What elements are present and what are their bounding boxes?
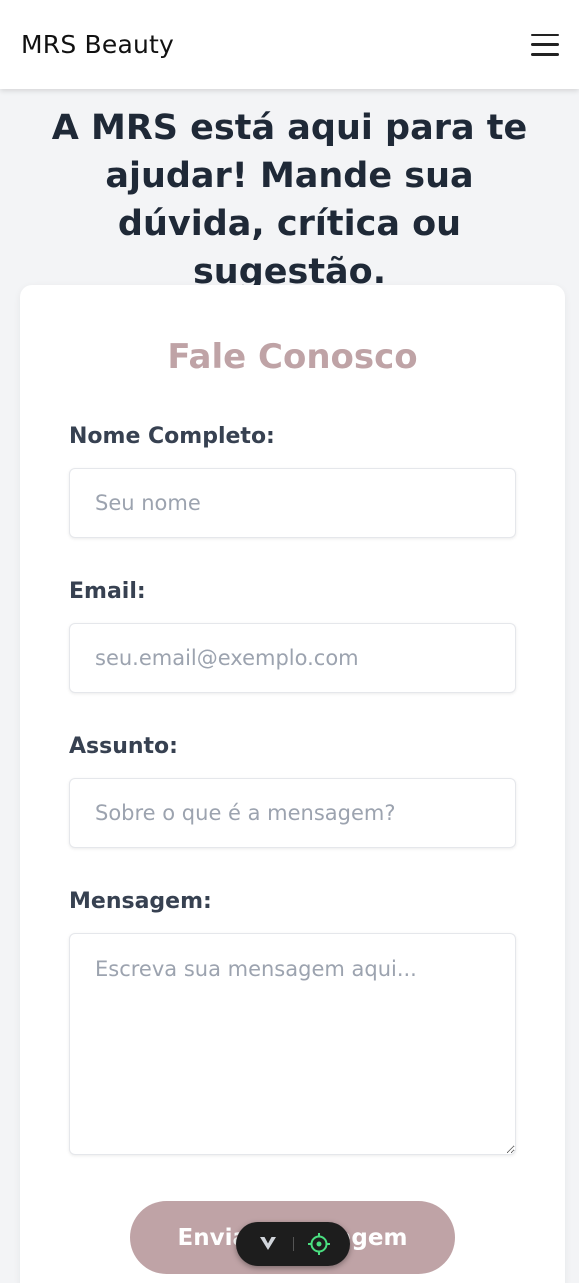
message-textarea[interactable] xyxy=(69,933,516,1155)
name-label: Nome Completo: xyxy=(69,424,275,449)
hamburger-line xyxy=(531,33,559,36)
chevron-down-icon[interactable] xyxy=(254,1230,282,1258)
crosshair-icon[interactable] xyxy=(305,1230,333,1258)
brand-logo-text[interactable]: MRS Beauty xyxy=(21,30,174,59)
subject-label: Assunto: xyxy=(69,734,178,759)
floating-toolbar xyxy=(236,1222,350,1266)
email-label: Email: xyxy=(69,579,146,604)
form-title: Fale Conosco xyxy=(167,337,418,377)
top-navbar: MRS Beauty xyxy=(0,0,579,89)
hamburger-line xyxy=(531,53,559,56)
toolbar-divider xyxy=(292,1237,294,1251)
message-label: Mensagem: xyxy=(69,889,212,914)
email-input[interactable] xyxy=(69,623,516,693)
hamburger-line xyxy=(531,43,559,46)
name-input[interactable] xyxy=(69,468,516,538)
subject-input[interactable] xyxy=(69,778,516,848)
contact-form-card: Fale Conosco Nome Completo: Email: Assun… xyxy=(20,285,565,1283)
hamburger-menu-icon[interactable] xyxy=(531,33,559,56)
page-headline: A MRS está aqui para te ajudar! Mande su… xyxy=(51,108,528,292)
